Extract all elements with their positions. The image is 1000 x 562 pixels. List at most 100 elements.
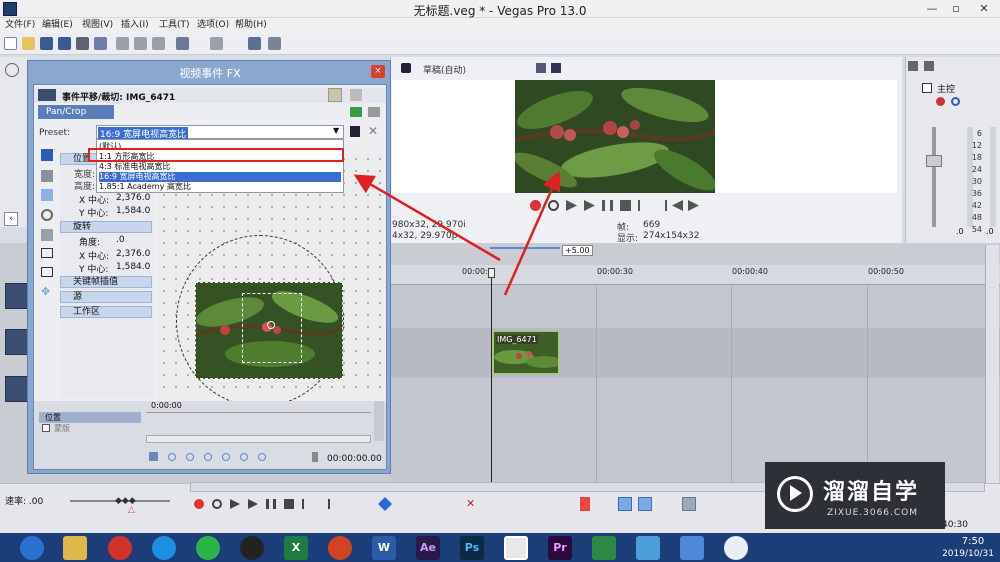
rot-x-value[interactable]: 2,376.0 bbox=[116, 249, 150, 259]
save-preset-icon[interactable] bbox=[350, 126, 360, 137]
link-icon[interactable] bbox=[41, 229, 53, 241]
save-snapshot-icon[interactable] bbox=[551, 63, 561, 73]
first-keyframe-icon[interactable] bbox=[168, 453, 176, 461]
delete-preset-icon[interactable]: ✕ bbox=[368, 124, 378, 138]
go-to-start-icon[interactable] bbox=[638, 200, 649, 211]
snapping-icon[interactable] bbox=[618, 497, 632, 511]
preview-quality[interactable]: 草稿(自动) bbox=[423, 63, 466, 76]
video-track[interactable] bbox=[390, 328, 1000, 378]
snap-icon[interactable]: ✥ bbox=[41, 285, 53, 298]
pos-x-value[interactable]: 2,376.0 bbox=[116, 193, 150, 203]
chevron-down-icon[interactable]: ▼ bbox=[333, 126, 339, 135]
menu-help[interactable]: 帮助(H) bbox=[235, 18, 267, 33]
redo-icon[interactable] bbox=[210, 37, 223, 50]
kf-vertical-scrollbar[interactable] bbox=[374, 401, 384, 441]
section-workspace[interactable]: 工作区 bbox=[60, 306, 152, 318]
option-4-3[interactable]: 4:3 标准电视高宽比 bbox=[99, 162, 341, 172]
remove-plugin-icon[interactable] bbox=[368, 107, 380, 117]
rot-y-value[interactable]: 1,584.0 bbox=[116, 262, 150, 272]
add-keyframe-icon[interactable] bbox=[204, 453, 212, 461]
select-icon[interactable] bbox=[41, 189, 53, 201]
fx-icon[interactable] bbox=[936, 97, 945, 106]
transport-pause-icon[interactable] bbox=[266, 499, 276, 509]
cut-icon[interactable] bbox=[116, 37, 129, 50]
qq-icon[interactable] bbox=[240, 536, 264, 560]
transport-loop-icon[interactable] bbox=[212, 499, 222, 509]
pos-y-value[interactable]: 1,584.0 bbox=[116, 206, 150, 216]
last-keyframe-icon[interactable] bbox=[258, 453, 266, 461]
explorer-icon[interactable] bbox=[63, 536, 87, 560]
edit-tool-icon[interactable] bbox=[248, 37, 261, 50]
plugin-chain-icon[interactable] bbox=[350, 89, 362, 101]
video-clip[interactable]: IMG_6471 bbox=[493, 331, 559, 374]
option-16-9[interactable]: 16:9 宽屏电视高宽比 bbox=[99, 172, 341, 182]
normal-edit-icon[interactable] bbox=[41, 149, 53, 161]
photoshop-icon[interactable]: Ps bbox=[460, 536, 484, 560]
zoom-icon[interactable] bbox=[41, 209, 53, 221]
app-icon-10[interactable] bbox=[636, 536, 660, 560]
menu-tools[interactable]: 工具(T) bbox=[159, 18, 190, 33]
kf-time-value[interactable]: 00:00:00.00 bbox=[327, 454, 382, 464]
master-fader[interactable] bbox=[926, 155, 942, 167]
start-button[interactable] bbox=[20, 536, 44, 560]
solo-icon[interactable] bbox=[951, 97, 960, 106]
go-to-end-icon[interactable] bbox=[656, 200, 667, 211]
mixer-insert-icon[interactable] bbox=[924, 61, 934, 71]
feishu-icon[interactable] bbox=[680, 536, 704, 560]
bypass-icon[interactable] bbox=[328, 88, 342, 102]
auto-ripple-icon[interactable] bbox=[638, 497, 652, 511]
timeline-vertical-scrollbar[interactable] bbox=[985, 245, 999, 483]
delete-keyframe-icon[interactable] bbox=[222, 453, 230, 461]
premiere-icon[interactable]: Pr bbox=[548, 536, 572, 560]
open-folder-icon[interactable] bbox=[22, 37, 35, 50]
mask-icon[interactable] bbox=[41, 267, 53, 277]
transport-end-icon[interactable] bbox=[320, 499, 330, 509]
kugou-icon[interactable] bbox=[152, 536, 176, 560]
app-icon-9[interactable] bbox=[592, 536, 616, 560]
add-plugin-icon[interactable] bbox=[350, 107, 362, 117]
maximize-button[interactable]: ▫ bbox=[942, 0, 970, 18]
clock-date[interactable]: 2019/10/31 bbox=[937, 549, 999, 559]
copy-icon[interactable] bbox=[134, 37, 147, 50]
fit-icon[interactable] bbox=[41, 248, 53, 258]
option-1-85-1[interactable]: 1.85:1 Academy 高宽比 bbox=[99, 182, 341, 192]
word-icon[interactable]: W bbox=[372, 536, 396, 560]
new-file-icon[interactable] bbox=[4, 37, 17, 50]
menu-file[interactable]: 文件(F) bbox=[5, 18, 35, 33]
section-source[interactable]: 源 bbox=[60, 291, 152, 303]
scroll-left-icon[interactable]: ‹ bbox=[4, 212, 18, 226]
angle-value[interactable]: .0 bbox=[116, 235, 125, 245]
clock-time[interactable]: 7:50 bbox=[948, 536, 998, 547]
dialog-close-button[interactable]: × bbox=[371, 65, 385, 78]
properties-icon[interactable] bbox=[94, 37, 107, 50]
next-keyframe-icon[interactable] bbox=[240, 453, 248, 461]
marker-icon[interactable] bbox=[580, 497, 590, 511]
section-keyframe-interpolation[interactable]: 关键帧插值 bbox=[60, 276, 152, 288]
undo-icon[interactable] bbox=[176, 37, 189, 50]
sync-cursor-icon[interactable] bbox=[149, 452, 158, 461]
prev-keyframe-icon[interactable] bbox=[186, 453, 194, 461]
save-icon[interactable] bbox=[40, 37, 53, 50]
netease-music-icon[interactable] bbox=[108, 536, 132, 560]
help-cursor-icon[interactable] bbox=[268, 37, 281, 50]
fx-chain-icon[interactable] bbox=[38, 89, 56, 101]
save-as-icon[interactable] bbox=[58, 37, 71, 50]
wechat-icon[interactable] bbox=[196, 536, 220, 560]
menu-options[interactable]: 选项(O) bbox=[197, 18, 229, 33]
master-checkbox[interactable] bbox=[922, 83, 932, 93]
transport-record-icon[interactable] bbox=[194, 499, 204, 509]
transport-stop-icon[interactable] bbox=[284, 499, 294, 509]
excel-icon[interactable]: X bbox=[284, 536, 308, 560]
copy-snapshot-icon[interactable] bbox=[536, 63, 546, 73]
vegas-task-icon[interactable] bbox=[504, 536, 528, 560]
preview-props-icon[interactable] bbox=[401, 63, 411, 73]
kf-scrollbar[interactable] bbox=[146, 435, 371, 443]
menu-insert[interactable]: 插入(I) bbox=[121, 18, 149, 33]
move-icon[interactable] bbox=[41, 170, 53, 182]
render-icon[interactable] bbox=[76, 37, 89, 50]
close-button[interactable]: ✕ bbox=[970, 0, 998, 18]
after-effects-icon[interactable]: Ae bbox=[416, 536, 440, 560]
stop-icon[interactable] bbox=[620, 200, 631, 211]
pause-icon[interactable] bbox=[602, 200, 613, 211]
mixer-menu-icon[interactable] bbox=[908, 61, 918, 71]
